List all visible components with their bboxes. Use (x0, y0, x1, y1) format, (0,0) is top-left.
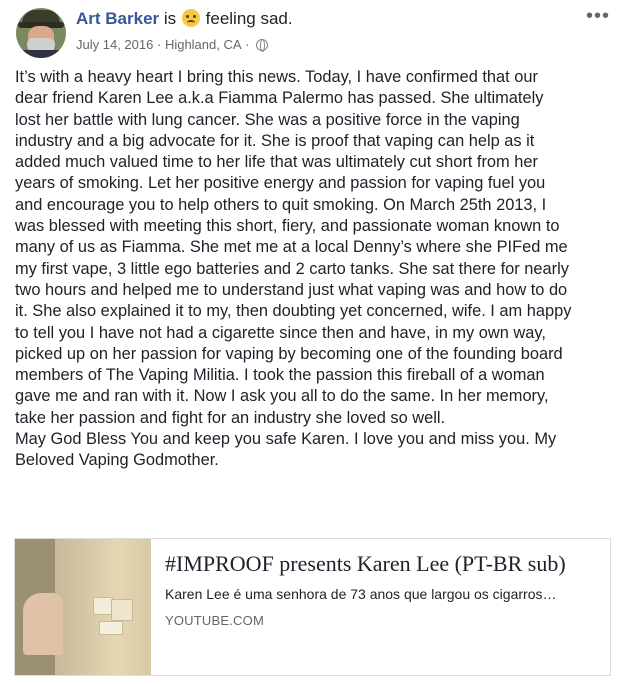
author-name-link[interactable]: Art Barker (76, 9, 159, 28)
thumbnail-box (93, 597, 113, 615)
thumbnail-box (99, 621, 123, 635)
globe-icon[interactable] (256, 38, 269, 52)
link-card-body: #IMPROOF presents Karen Lee (PT-BR sub) … (165, 551, 601, 629)
link-title[interactable]: #IMPROOF presents Karen Lee (PT-BR sub) (165, 551, 601, 577)
post-meta: July 14, 2016 · Highland, CA · (76, 36, 269, 53)
facebook-post: Art Barker is feeling sad. July 14, 2016… (0, 0, 622, 684)
feeling-text: feeling sad. (205, 9, 293, 28)
post-location-link[interactable]: Highland, CA (165, 37, 242, 52)
sad-face-emoji-icon (181, 9, 200, 27)
feeling-verb: is (163, 9, 177, 28)
link-domain: YOUTUBE.COM (165, 613, 264, 628)
post-header: Art Barker is feeling sad. (76, 9, 293, 29)
thumbnail-box (111, 599, 133, 621)
post-body-text: It’s with a heavy heart I bring this new… (15, 68, 572, 470)
link-description: Karen Lee é uma senhora de 73 anos que l… (165, 586, 557, 602)
link-thumbnail-image[interactable] (15, 539, 151, 675)
more-options-icon[interactable]: ••• (586, 6, 610, 26)
shared-link-card[interactable]: #IMPROOF presents Karen Lee (PT-BR sub) … (14, 538, 611, 676)
post-date-link[interactable]: July 14, 2016 (76, 37, 153, 52)
meta-separator: · (245, 37, 250, 53)
thumbnail-arm (23, 593, 63, 655)
meta-separator: · (156, 37, 162, 53)
avatar-shirt (16, 50, 66, 58)
author-avatar[interactable] (16, 8, 66, 58)
